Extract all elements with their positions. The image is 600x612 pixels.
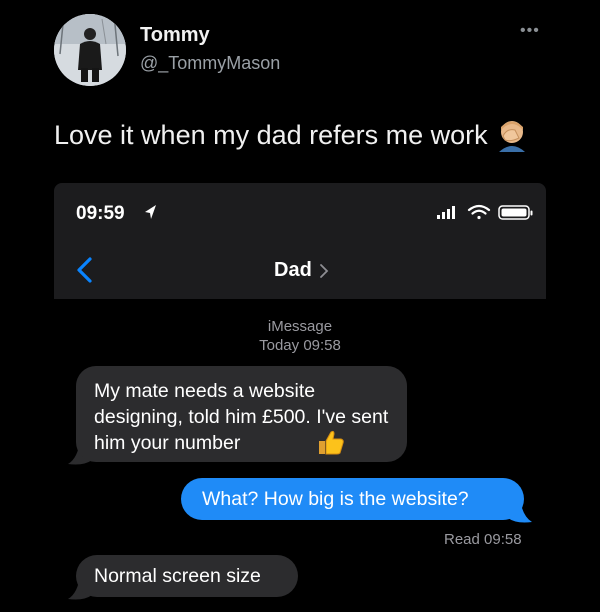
- thumbs-up-emoji-icon: [319, 430, 344, 455]
- location-arrow-icon: [145, 205, 156, 219]
- message-text: My mate needs a website designing, told …: [94, 380, 389, 454]
- back-chevron-icon[interactable]: [74, 255, 96, 285]
- man-facepalming-emoji-icon: [499, 121, 525, 152]
- more-horizontal-icon[interactable]: •••: [520, 22, 540, 40]
- chevron-right-icon[interactable]: [319, 263, 329, 279]
- user-handle[interactable]: @_TommyMason: [140, 53, 280, 74]
- wifi-icon: [467, 204, 491, 220]
- status-icons: [437, 204, 533, 220]
- read-receipt: Read 09:58: [444, 531, 522, 548]
- battery-icon: [498, 205, 533, 220]
- status-time: 09:59: [76, 203, 125, 224]
- message-bubble-incoming[interactable]: My mate needs a website designing, told …: [76, 366, 407, 462]
- display-name[interactable]: Tommy: [140, 24, 210, 47]
- imessage-header: 09:59 Dad: [54, 183, 546, 299]
- service-label: iMessage: [267, 318, 333, 335]
- message-text: What? How big is the website?: [202, 488, 469, 510]
- tweet-text: Love it when my dad refers me work: [54, 120, 488, 150]
- contact-name[interactable]: Dad: [274, 259, 312, 282]
- message-bubble-incoming[interactable]: Normal screen size: [76, 555, 298, 597]
- signal-icon: [437, 206, 455, 219]
- message-text: Normal screen size: [94, 565, 261, 587]
- conversation-timestamp: Today 09:58: [259, 337, 341, 354]
- avatar[interactable]: [54, 14, 126, 86]
- message-bubble-outgoing[interactable]: What? How big is the website?: [181, 478, 524, 520]
